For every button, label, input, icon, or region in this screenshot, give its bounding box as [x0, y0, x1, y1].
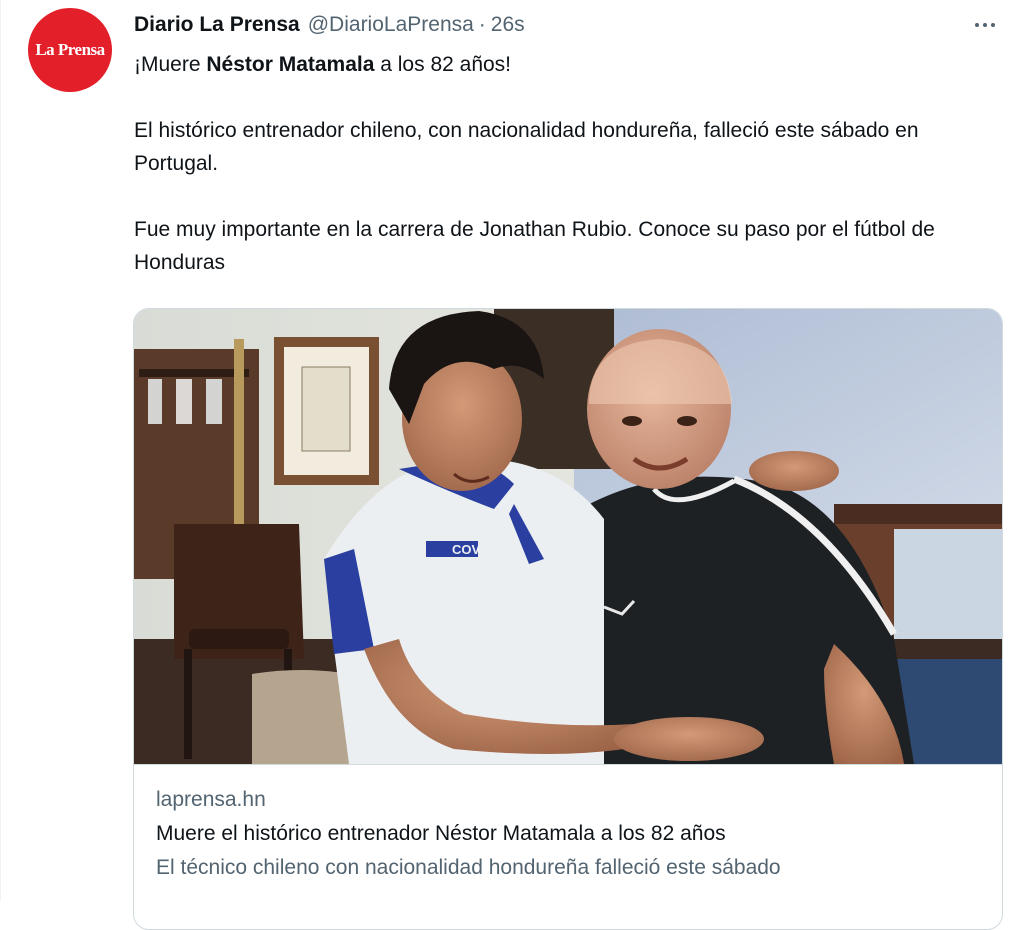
- headline-bold-name: Néstor Matamala: [206, 53, 375, 76]
- tweet-headline: ¡Muere Néstor Matamala a los 82 años!: [134, 48, 1006, 81]
- timeline-divider: [0, 0, 1, 900]
- tweet-paragraph-2: El histórico entrenador chileno, con nac…: [134, 119, 919, 175]
- author-handle[interactable]: @DiarioLaPrensa: [308, 13, 474, 37]
- more-options-button[interactable]: [970, 12, 1000, 38]
- tweet-header: Diario La Prensa @DiarioLaPrensa · 26s: [134, 10, 525, 40]
- avatar[interactable]: La Prensa: [28, 8, 112, 92]
- author-display-name[interactable]: Diario La Prensa: [134, 13, 300, 37]
- card-domain[interactable]: laprensa.hn: [156, 783, 980, 817]
- more-horizontal-icon: [975, 23, 979, 27]
- card-title[interactable]: Muere el histórico entrenador Néstor Mat…: [156, 817, 980, 851]
- tweet-body: ¡Muere Néstor Matamala a los 82 años! El…: [134, 48, 1006, 279]
- headline-prefix: ¡Muere: [134, 53, 207, 76]
- link-preview-card[interactable]: COVENSA laprensa.hn Muere el histórico e…: [133, 308, 1003, 930]
- headline-suffix: a los 82 años!: [374, 53, 512, 76]
- jersey-sponsor-text: COVENSA: [452, 542, 517, 557]
- more-horizontal-icon-dot: [991, 23, 995, 27]
- tweet-timestamp[interactable]: 26s: [491, 13, 525, 37]
- card-photo[interactable]: COVENSA: [134, 309, 1002, 765]
- more-horizontal-icon-dot: [983, 23, 987, 27]
- separator-dot: ·: [478, 13, 486, 36]
- tweet-paragraph-3: Fue muy importante en la carrera de Jona…: [134, 218, 935, 274]
- avatar-logo-text: La Prensa: [35, 40, 105, 59]
- card-description[interactable]: El técnico chileno con nacionalidad hond…: [156, 851, 980, 885]
- card-meta[interactable]: laprensa.hn Muere el histórico entrenado…: [134, 765, 1002, 885]
